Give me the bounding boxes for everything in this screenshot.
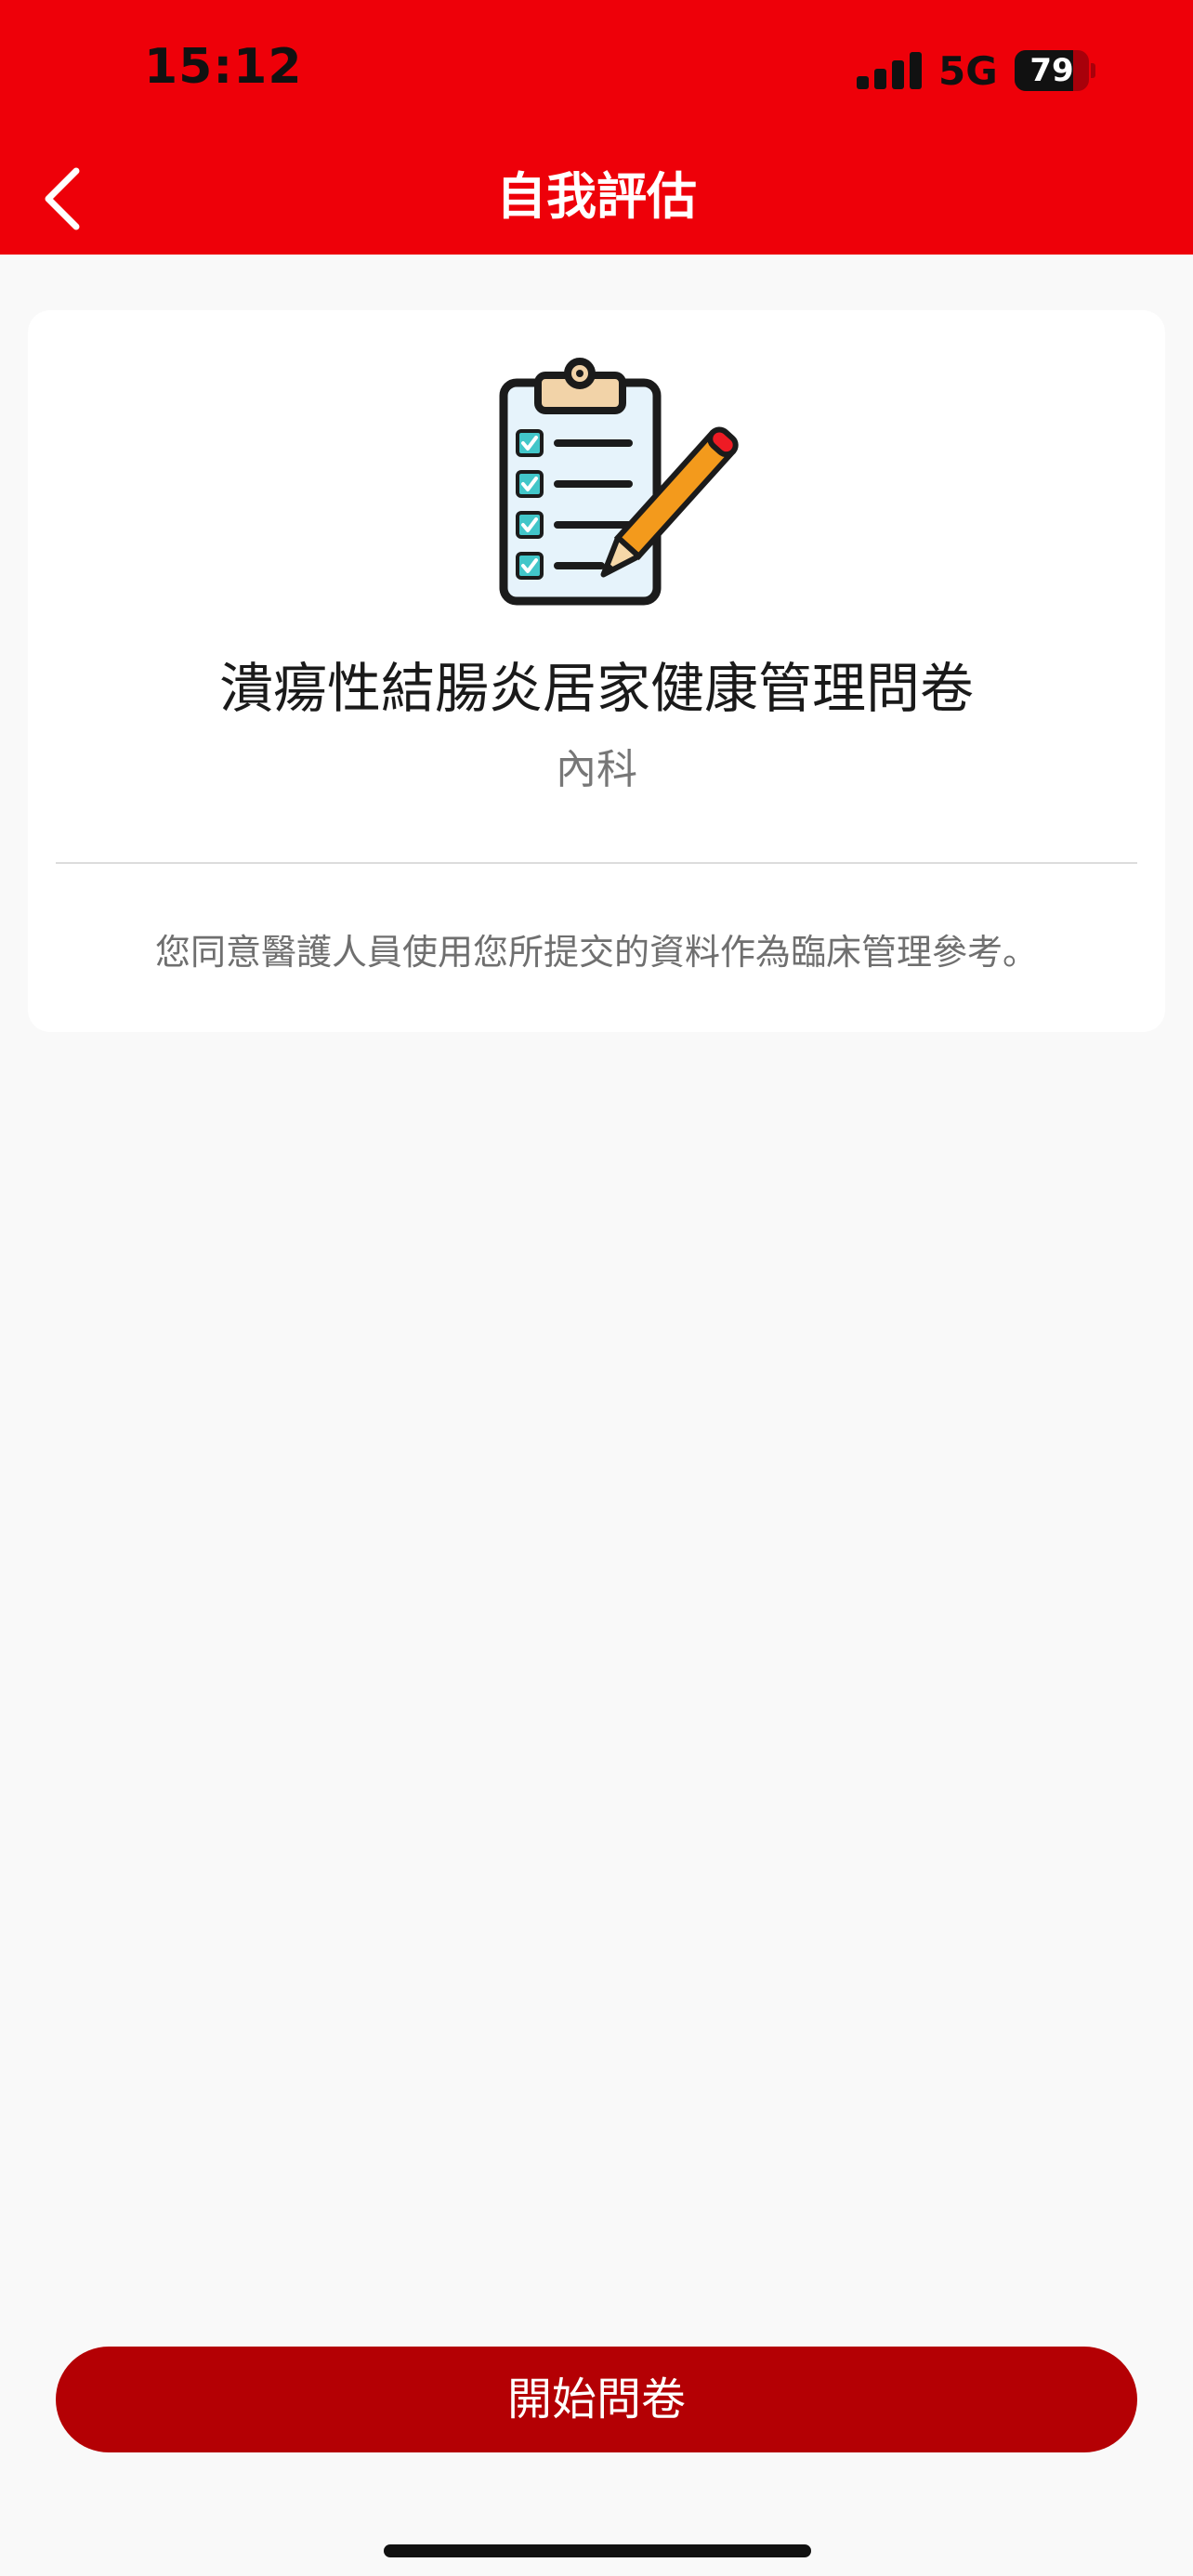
cellular-signal-icon xyxy=(857,48,922,89)
network-type: 5G xyxy=(938,48,998,94)
survey-card: 潰瘍性結腸炎居家健康管理問卷 內科 您同意醫護人員使用您所提交的資料作為臨床管理… xyxy=(28,310,1165,1032)
battery-level: 79 xyxy=(1029,52,1074,89)
status-bar: 15:12 5G 79 xyxy=(0,0,1193,139)
home-indicator[interactable] xyxy=(384,2544,811,2557)
divider xyxy=(56,862,1137,864)
back-button[interactable] xyxy=(28,150,121,243)
clipboard-checklist-icon xyxy=(499,358,739,606)
status-time: 15:12 xyxy=(144,39,303,95)
department-label: 內科 xyxy=(556,746,637,793)
start-survey-button[interactable]: 開始問卷 xyxy=(56,2347,1137,2452)
chevron-left-icon xyxy=(45,167,80,230)
survey-title: 潰瘍性結腸炎居家健康管理問卷 xyxy=(218,657,974,720)
battery-icon: 79 xyxy=(1015,50,1095,91)
page-title: 自我評估 xyxy=(496,167,697,226)
consent-text: 您同意醫護人員使用您所提交的資料作為臨床管理參考。 xyxy=(154,932,1038,973)
navigation-bar: 自我評估 xyxy=(0,139,1193,255)
